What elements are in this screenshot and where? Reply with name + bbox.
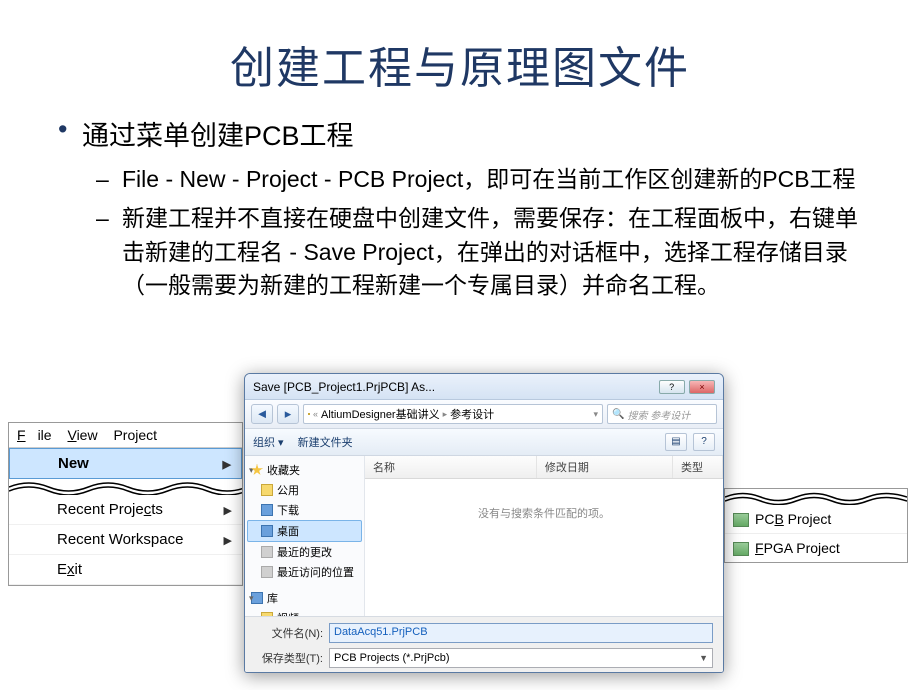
file-list[interactable]: 名称 修改日期 类型 没有与搜索条件匹配的项。 xyxy=(365,456,723,616)
project-submenu-screenshot: PCB Project FPGA Project xyxy=(724,488,908,563)
menu-view[interactable]: View xyxy=(67,427,97,443)
tree-favorites[interactable]: ▾收藏夹 xyxy=(247,460,362,480)
tree-downloads[interactable]: 下载 xyxy=(247,500,362,520)
tree-recent-locations[interactable]: 最近访问的位置 xyxy=(247,562,362,582)
menu-item-new[interactable]: New ▶ xyxy=(9,448,242,479)
filename-label: 文件名(N): xyxy=(255,625,323,641)
menu-item-new-label: New xyxy=(58,455,89,472)
submenu-label: FPGA Project xyxy=(755,540,840,556)
help-button[interactable]: ? xyxy=(659,380,685,394)
breadcrumb-sep-icon: « xyxy=(313,409,318,419)
slide-title: 创建工程与原理图文件 xyxy=(0,0,920,114)
breadcrumb-seg2[interactable]: 参考设计 xyxy=(450,406,494,422)
submenu-pcb-project[interactable]: PCB Project xyxy=(725,505,907,533)
filename-input[interactable]: DataAcq51.PrjPCB xyxy=(329,623,713,643)
menu-item-recent-workspace[interactable]: Recent Workspace ▶ xyxy=(9,525,242,555)
torn-edge-decor xyxy=(9,479,242,495)
dialog-title-text: Save [PCB_Project1.PrjPCB] As... xyxy=(253,380,435,394)
tree-label: 最近访问的位置 xyxy=(277,564,354,580)
tree-recent-changes[interactable]: 最近的更改 xyxy=(247,542,362,562)
submenu-arrow-icon: ▶ xyxy=(224,504,232,517)
tree-label: 最近的更改 xyxy=(277,544,332,560)
file-menu-screenshot: File View Project New ▶ Recent Projects … xyxy=(8,422,243,586)
submenu-fpga-project[interactable]: FPGA Project xyxy=(725,533,907,562)
submenu-label: PCB Project xyxy=(755,511,831,527)
window-buttons: ? × xyxy=(658,379,715,394)
help-icon[interactable]: ? xyxy=(693,433,715,451)
filetype-combo[interactable]: PCB Projects (*.PrjPcb) ▼ xyxy=(329,648,713,668)
menu-item-recent-projects[interactable]: Recent Projects ▶ xyxy=(9,495,242,525)
new-folder-button[interactable]: 新建文件夹 xyxy=(298,434,353,450)
menu-item-label: Recent Workspace xyxy=(57,531,183,548)
slide-content: 通过菜单创建PCB工程 File - New - Project - PCB P… xyxy=(0,114,920,302)
breadcrumb[interactable]: « AltiumDesigner基础讲义 ▸ 参考设计 ▾ xyxy=(303,404,603,424)
breadcrumb-dropdown-icon[interactable]: ▾ xyxy=(593,409,598,420)
search-input[interactable]: 🔍 搜索 参考设计 xyxy=(607,404,717,424)
col-type[interactable]: 类型 xyxy=(673,456,723,478)
view-mode-button[interactable]: ▤ xyxy=(665,433,687,451)
submenu-arrow-icon: ▶ xyxy=(223,458,231,471)
menu-item-label: Recent Projects xyxy=(57,501,163,518)
bullet-level1: 通过菜单创建PCB工程 File - New - Project - PCB P… xyxy=(82,114,860,302)
tree-label: 公用 xyxy=(277,482,299,498)
menu-project[interactable]: Project xyxy=(113,427,157,443)
tree-public[interactable]: 公用 xyxy=(247,480,362,500)
tree-label: 桌面 xyxy=(277,523,299,539)
dialog-nav-row: ◄ ▸ « AltiumDesigner基础讲义 ▸ 参考设计 ▾ 🔍 搜索 参… xyxy=(245,400,723,429)
col-name[interactable]: 名称 xyxy=(365,456,537,478)
list-empty-message: 没有与搜索条件匹配的项。 xyxy=(365,479,723,521)
col-date[interactable]: 修改日期 xyxy=(537,456,673,478)
bullet-level2-2: 新建工程并不直接在硬盘中创建文件，需要保存：在工程面板中，右键单击新建的工程名 … xyxy=(122,202,860,302)
list-header: 名称 修改日期 类型 xyxy=(365,456,723,479)
breadcrumb-sep-icon: ▸ xyxy=(443,409,448,420)
dialog-titlebar: Save [PCB_Project1.PrjPCB] As... ? × xyxy=(245,374,723,400)
folder-icon xyxy=(308,413,310,415)
filetype-value: PCB Projects (*.PrjPcb) xyxy=(334,652,450,664)
search-icon: 🔍 xyxy=(612,409,624,420)
search-placeholder: 搜索 参考设计 xyxy=(627,407,690,422)
filetype-label: 保存类型(T): xyxy=(255,650,323,666)
tree-videos[interactable]: 视频 xyxy=(247,608,362,616)
close-button[interactable]: × xyxy=(689,380,715,394)
dialog-body: ▾收藏夹 公用 下载 桌面 最近的更改 最近访问的位置 ▾库 视频 图片 文档 … xyxy=(245,456,723,616)
tree-libraries[interactable]: ▾库 xyxy=(247,588,362,608)
tree-label: 下载 xyxy=(277,502,299,518)
dialog-toolbar: 组织 ▾ 新建文件夹 ▤ ? xyxy=(245,429,723,456)
organize-button[interactable]: 组织 ▾ xyxy=(253,434,284,450)
bullet1-text: 通过菜单创建PCB工程 xyxy=(82,121,354,151)
tree-label: 库 xyxy=(267,590,278,606)
dialog-bottom: 文件名(N): DataAcq51.PrjPCB 保存类型(T): PCB Pr… xyxy=(245,616,723,673)
breadcrumb-seg1[interactable]: AltiumDesigner基础讲义 xyxy=(321,406,440,422)
dropdown-icon: ▼ xyxy=(699,653,708,663)
torn-edge-decor xyxy=(725,489,907,505)
tree-desktop[interactable]: 桌面 xyxy=(247,520,362,542)
tree-label: 收藏夹 xyxy=(267,462,300,478)
submenu-arrow-icon: ▶ xyxy=(224,534,232,547)
menu-bar: File View Project xyxy=(9,423,242,448)
bullet-level2-1: File - New - Project - PCB Project，即可在当前… xyxy=(122,163,860,196)
tree-label: 视频 xyxy=(277,610,299,616)
save-as-dialog: Save [PCB_Project1.PrjPCB] As... ? × ◄ ▸… xyxy=(244,373,724,673)
nav-forward-button[interactable]: ▸ xyxy=(277,404,299,424)
menu-file[interactable]: File xyxy=(17,427,52,443)
menu-item-label: Exit xyxy=(57,561,82,578)
nav-back-button[interactable]: ◄ xyxy=(251,404,273,424)
menu-item-exit[interactable]: Exit xyxy=(9,555,242,585)
folder-tree[interactable]: ▾收藏夹 公用 下载 桌面 最近的更改 最近访问的位置 ▾库 视频 图片 文档 xyxy=(245,456,365,616)
